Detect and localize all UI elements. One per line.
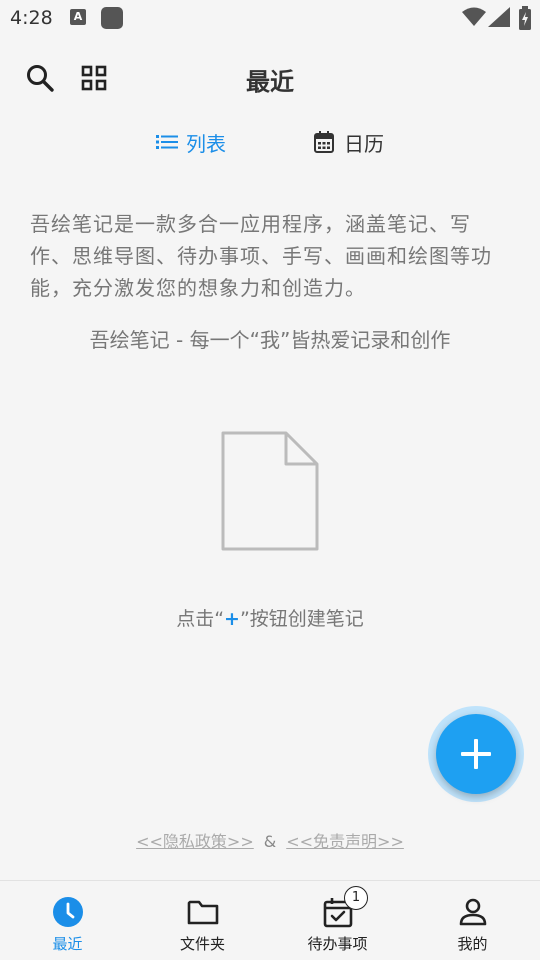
plus-icon [461, 739, 491, 769]
app-slogan: 吾绘笔记 - 每一个“我”皆热爱记录和创作 [89, 328, 451, 352]
status-time: 4:28 [10, 7, 53, 29]
nav-item-profile[interactable]: 我的 [405, 881, 540, 960]
nav-label-recent: 最近 [52, 935, 83, 953]
privacy-policy-link[interactable]: <<隐私政策>> [136, 832, 254, 851]
clock-icon [52, 897, 83, 927]
person-icon [459, 898, 486, 926]
status-bar: 4:28 A [0, 0, 540, 36]
nav-item-recent[interactable]: 最近 [0, 881, 135, 960]
nav-label-todo: 待办事项 [307, 935, 368, 953]
todo-count-badge: 1 [344, 886, 368, 910]
nav-label-folders: 文件夹 [179, 935, 225, 953]
tab-calendar-view[interactable]: 日历 [314, 124, 384, 160]
tab-list-label: 列表 [186, 131, 226, 156]
app-description: 吾绘笔记是一款多合一应用程序，涵盖笔记、写作、思维导图、待办事项、手写、画画和绘… [30, 212, 492, 300]
page-title: 最近 [246, 68, 294, 96]
nav-label-profile: 我的 [457, 935, 488, 953]
calendar-icon [314, 131, 334, 153]
empty-hint-before: 点击“ [176, 608, 225, 630]
empty-hint-after: ”按钮创建笔记 [239, 608, 364, 630]
list-icon [156, 135, 178, 149]
disclaimer-link[interactable]: <<免责声明>> [286, 832, 404, 851]
screen: 4:28 A 最近 列表 日历 吾绘笔记是一款多合一应用程序，涵盖笔记、写作、思… [0, 0, 540, 960]
signal-icon [488, 7, 510, 27]
links-separator: & [263, 832, 277, 851]
view-toggle: 列表 日历 [0, 124, 540, 160]
plus-glyph: + [224, 608, 240, 630]
empty-hint: 点击“+”按钮创建笔记 [0, 604, 540, 631]
battery-icon [519, 6, 531, 30]
notification-a-icon: A [70, 9, 86, 25]
footer-links: <<隐私政策>> & <<免责声明>> [0, 828, 540, 852]
tab-list-view[interactable]: 列表 [156, 124, 226, 160]
notification-app-icon [101, 7, 123, 29]
nav-item-folders[interactable]: 文件夹 [135, 881, 270, 960]
app-bar: 最近 [0, 50, 540, 106]
nav-item-todo[interactable]: 待办事项 [270, 881, 405, 960]
tab-calendar-label: 日历 [344, 131, 384, 156]
wifi-icon [462, 7, 486, 26]
folder-icon [187, 900, 218, 925]
bottom-nav: 最近 文件夹 待办事项 我的 [0, 880, 540, 960]
add-note-button[interactable] [436, 714, 516, 794]
empty-document-icon [221, 431, 319, 551]
